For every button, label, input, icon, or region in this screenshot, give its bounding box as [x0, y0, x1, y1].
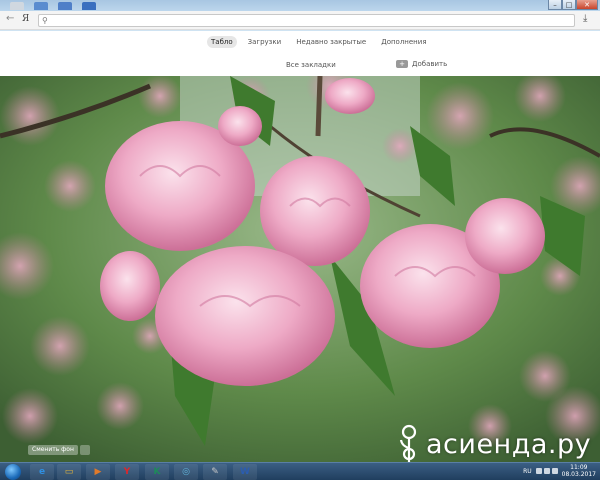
add-label: Добавить: [412, 60, 448, 68]
taskbar-app-media-player[interactable]: ▶: [86, 464, 110, 480]
browser-toolbar: ← Я ⚲ ⤓: [0, 11, 600, 30]
taskbar-app-file-explorer[interactable]: ▭: [57, 464, 81, 480]
tab-1[interactable]: Загрузки: [244, 36, 286, 48]
add-button[interactable]: + Добавить: [396, 60, 447, 68]
pinned-tab-3[interactable]: [58, 2, 72, 10]
newtab-tabs: Табло Загрузки Недавно закрытые Дополнения: [207, 36, 431, 48]
close-button[interactable]: ✕: [576, 0, 598, 10]
tab-2[interactable]: Недавно закрытые: [292, 36, 370, 48]
tray-icons: [535, 468, 558, 474]
clock[interactable]: 11:09 08.03.2017: [562, 464, 596, 478]
window-controls: – □ ✕: [548, 0, 598, 10]
taskbar-app-network[interactable]: ◎: [174, 464, 198, 480]
volume-icon[interactable]: [535, 468, 542, 474]
search-icon: ⚲: [42, 16, 48, 25]
tab-3[interactable]: Дополнения: [377, 36, 430, 48]
window-titlebar: – □ ✕: [0, 0, 600, 11]
watermark-text: асиенда.ру: [426, 428, 592, 460]
maximize-button[interactable]: □: [562, 0, 576, 10]
all-bookmarks-link[interactable]: Все закладки: [286, 61, 336, 69]
download-icon[interactable]: ⤓: [583, 13, 587, 24]
system-tray: RU 11:09 08.03.2017: [523, 464, 596, 478]
language-indicator[interactable]: RU: [523, 468, 532, 475]
flower-logo-icon: [399, 424, 417, 462]
pinned-tab-1[interactable]: [10, 2, 24, 10]
flag-icon[interactable]: [551, 468, 558, 474]
taskbar: e ▭ ▶ Y K ◎ ✎ W RU 11:09 08.03.2017: [0, 462, 600, 480]
minimize-button[interactable]: –: [548, 0, 562, 10]
background-menu-button[interactable]: [79, 445, 90, 455]
pinned-tab-4[interactable]: [82, 2, 96, 10]
site-watermark: асиенда.ру: [398, 424, 591, 464]
tab-0[interactable]: Табло: [207, 36, 237, 48]
address-bar[interactable]: ⚲: [38, 14, 575, 27]
network-icon[interactable]: [543, 468, 550, 474]
clock-time: 11:09: [570, 464, 588, 471]
plus-icon: +: [396, 60, 408, 68]
change-background: Сменить фон: [28, 445, 90, 455]
taskbar-app-tool[interactable]: ✎: [203, 464, 227, 480]
search-input[interactable]: [51, 15, 572, 26]
clock-date: 08.03.2017: [561, 471, 596, 478]
back-arrow-icon[interactable]: ←: [6, 13, 14, 24]
taskbar-app-internet-explorer[interactable]: e: [30, 464, 54, 480]
yandex-logo-icon[interactable]: Я: [22, 14, 29, 24]
background-photo: [0, 76, 600, 462]
start-button[interactable]: [5, 464, 21, 480]
change-background-button[interactable]: Сменить фон: [28, 445, 78, 455]
pinned-tab-2[interactable]: [34, 2, 48, 10]
taskbar-app-yandex-browser[interactable]: Y: [115, 464, 139, 480]
taskbar-app-kaspersky[interactable]: K: [145, 464, 169, 480]
newtab-panel: Табло Загрузки Недавно закрытые Дополнения …: [0, 31, 600, 76]
taskbar-app-word[interactable]: W: [233, 464, 257, 480]
